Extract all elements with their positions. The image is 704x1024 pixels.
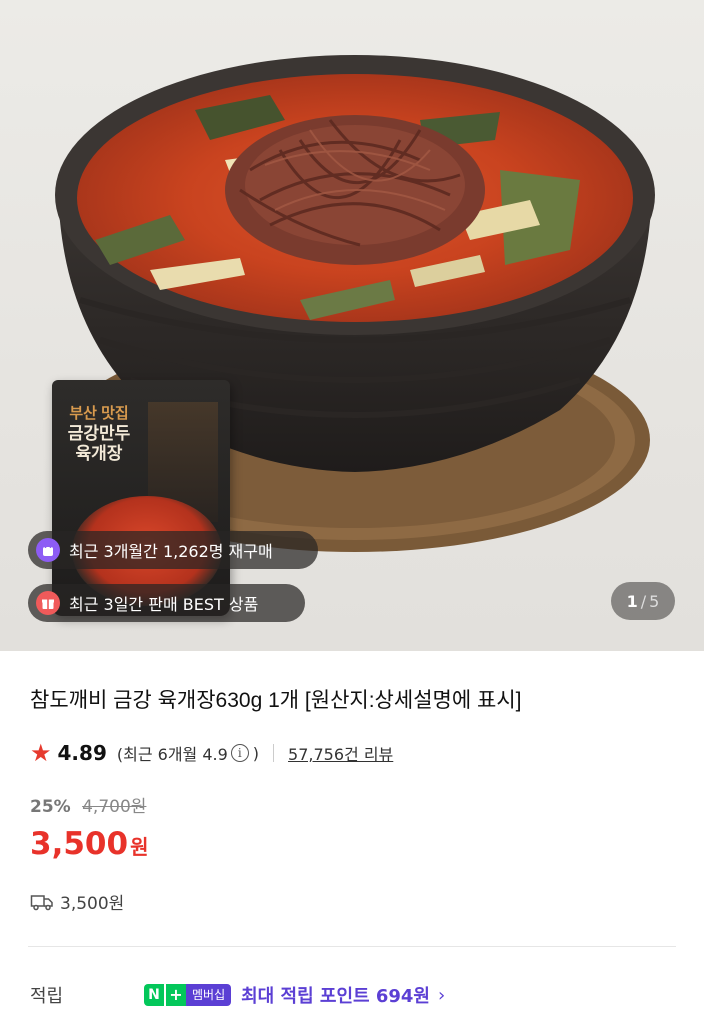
best-seller-badge: 최근 3일간 판매 BEST 상품 [28, 584, 305, 622]
shipping-fee: 3,500원 [60, 894, 125, 914]
plus-icon: + [164, 984, 186, 1006]
membership-label: 멤버십 [186, 984, 232, 1006]
repurchase-badge-text: 최근 3개월간 1,262명 재구매 [69, 542, 273, 561]
sale-price-unit: 원 [130, 835, 149, 859]
naver-membership-badge: N + 멤버십 [144, 984, 232, 1006]
recent-rating-text: (최근 6개월 4.9 [116, 745, 228, 764]
star-icon: ★ [30, 739, 52, 767]
counter-total: 5 [649, 591, 660, 611]
rating-row: ★ 4.89 (최근 6개월 4.9 i ) 57,756건 리뷰 [30, 740, 393, 766]
shopping-bag-icon [36, 538, 60, 562]
divider [273, 744, 275, 762]
section-divider [28, 946, 676, 947]
info-icon[interactable]: i [230, 744, 249, 762]
delivery-truck-icon [30, 894, 53, 910]
product-image-gallery[interactable]: 부산 맛집 금강만두 육개장 최근 3개월간 1,262명 재구매 최근 3일간… [0, 0, 704, 651]
package-line-3: 육개장 [75, 444, 123, 463]
recent-rating-close: ) [252, 743, 260, 763]
points-row[interactable]: 적립 N + 멤버십 최대 적립 포인트 694원 › [30, 981, 680, 1009]
package-line-2: 금강만두 [67, 424, 131, 443]
rating-value: 4.89 [57, 741, 107, 765]
counter-current: 1 [626, 591, 638, 611]
package-line-1: 부산 맛집 [69, 405, 129, 422]
max-points-text[interactable]: 최대 적립 포인트 694원 [241, 982, 430, 1008]
review-count-link[interactable]: 57,756건 리뷰 [288, 741, 393, 765]
naver-n-icon: N [144, 984, 164, 1006]
package-title: 부산 맛집 금강만두 육개장 [64, 404, 134, 464]
best-seller-badge-text: 최근 3일간 판매 BEST 상품 [69, 595, 259, 614]
gift-icon [36, 591, 60, 615]
chevron-right-icon[interactable]: › [438, 985, 445, 1006]
counter-separator: / [640, 591, 647, 611]
product-title: 참도깨비 금강 육개장630g 1개 [원산지:상세설명에 표시] [30, 689, 522, 712]
discount-rate: 25% [30, 797, 71, 817]
repurchase-badge: 최근 3개월간 1,262명 재구매 [28, 531, 318, 569]
sale-price-value: 3,500 [30, 826, 129, 862]
image-page-counter: 1 / 5 [611, 582, 675, 620]
original-price: 4,700원 [82, 797, 147, 817]
shipping-row: 3,500원 [30, 889, 124, 914]
product-package-image: 부산 맛집 금강만두 육개장 [52, 380, 230, 616]
discount-row: 25% 4,700원 [30, 792, 146, 817]
points-label: 적립 [30, 986, 64, 1007]
sale-price: 3,500 원 [30, 826, 148, 862]
